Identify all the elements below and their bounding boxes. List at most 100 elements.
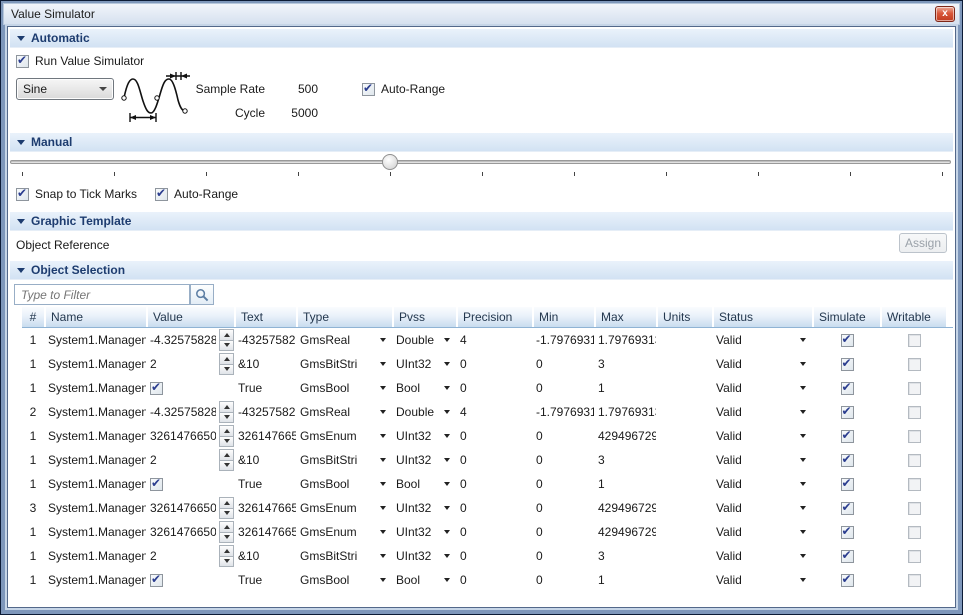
simulate-checkbox[interactable] [841,502,854,515]
row-status-cell[interactable]: Valid [714,568,812,592]
col-header-name[interactable]: Name [46,307,146,327]
simulate-checkbox[interactable] [841,406,854,419]
row-max: 1 [596,568,656,592]
row-pvss-cell[interactable]: UInt32 [394,520,456,544]
col-header-units[interactable]: Units [658,307,712,327]
value-spinner[interactable] [219,497,234,519]
section-header-graphic-template[interactable]: Graphic Template [10,212,953,231]
col-header-precision[interactable]: Precision [458,307,532,327]
simulate-checkbox[interactable] [841,454,854,467]
spinner-up-icon[interactable] [219,521,234,533]
simulate-checkbox[interactable] [841,358,854,371]
snap-to-tick-marks-checkbox[interactable] [16,188,29,201]
col-header-num[interactable]: # [22,307,44,327]
spinner-down-icon[interactable] [219,509,234,520]
row-pvss-cell[interactable]: UInt32 [394,544,456,568]
auto-range-checkbox-manual[interactable] [155,188,168,201]
section-header-automatic[interactable]: Automatic [10,29,953,48]
spinner-down-icon[interactable] [219,461,234,472]
value-spinner[interactable] [219,329,234,351]
row-type-cell[interactable]: GmsReal [298,400,392,424]
auto-range-checkbox-automatic[interactable] [362,83,375,96]
row-status-cell[interactable]: Valid [714,472,812,496]
row-type-cell[interactable]: GmsReal [298,328,392,352]
value-spinner[interactable] [219,425,234,447]
row-type-cell[interactable]: GmsBool [298,376,392,400]
col-header-pvss[interactable]: Pvss [394,307,456,327]
row-simulate-cell [814,544,880,568]
row-pvss-cell[interactable]: Double [394,328,456,352]
simulate-checkbox[interactable] [841,550,854,563]
spinner-up-icon[interactable] [219,449,234,461]
row-status-cell[interactable]: Valid [714,448,812,472]
filter-input[interactable] [14,284,190,305]
spinner-up-icon[interactable] [219,401,234,413]
value-checkbox[interactable] [150,382,163,395]
col-header-type[interactable]: Type [298,307,392,327]
row-type-cell[interactable]: GmsBool [298,568,392,592]
spinner-down-icon[interactable] [219,437,234,448]
spinner-down-icon[interactable] [219,341,234,352]
col-header-status[interactable]: Status [714,307,812,327]
row-status-cell[interactable]: Valid [714,328,812,352]
row-status-cell[interactable]: Valid [714,376,812,400]
row-pvss-cell[interactable]: UInt32 [394,496,456,520]
row-pvss-cell[interactable]: UInt32 [394,448,456,472]
run-value-simulator-checkbox[interactable] [16,55,29,68]
spinner-up-icon[interactable] [219,329,234,341]
row-status-cell[interactable]: Valid [714,544,812,568]
spinner-down-icon[interactable] [219,533,234,544]
value-spinner[interactable] [219,521,234,543]
close-button[interactable]: x [935,6,955,22]
simulate-checkbox[interactable] [841,526,854,539]
waveform-select[interactable]: Sine [16,78,114,100]
section-header-object-selection[interactable]: Object Selection [10,261,953,280]
row-pvss-cell[interactable]: Bool [394,568,456,592]
col-header-max[interactable]: Max [596,307,656,327]
row-status-cell[interactable]: Valid [714,424,812,448]
row-type-cell[interactable]: GmsBitStri [298,352,392,376]
row-type-cell[interactable]: GmsEnum [298,424,392,448]
row-status-cell[interactable]: Valid [714,400,812,424]
simulate-checkbox[interactable] [841,430,854,443]
col-header-value[interactable]: Value [148,307,234,327]
manual-slider-thumb[interactable] [382,154,398,170]
value-spinner[interactable] [219,449,234,471]
simulate-checkbox[interactable] [841,382,854,395]
value-checkbox[interactable] [150,574,163,587]
spinner-up-icon[interactable] [219,353,234,365]
simulate-checkbox[interactable] [841,574,854,587]
spinner-up-icon[interactable] [219,425,234,437]
col-header-min[interactable]: Min [534,307,594,327]
section-header-manual[interactable]: Manual [10,133,953,152]
row-type-cell[interactable]: GmsBitStri [298,448,392,472]
spinner-down-icon[interactable] [219,365,234,376]
row-status-cell[interactable]: Valid [714,496,812,520]
spinner-up-icon[interactable] [219,545,234,557]
value-checkbox[interactable] [150,478,163,491]
row-type-cell[interactable]: GmsEnum [298,496,392,520]
simulate-checkbox[interactable] [841,478,854,491]
row-pvss-cell[interactable]: Bool [394,472,456,496]
row-pvss-cell[interactable]: Double [394,400,456,424]
row-status-cell[interactable]: Valid [714,520,812,544]
spinner-down-icon[interactable] [219,557,234,568]
spinner-up-icon[interactable] [219,497,234,509]
simulate-checkbox[interactable] [841,334,854,347]
row-pvss-cell[interactable]: UInt32 [394,352,456,376]
value-spinner[interactable] [219,401,234,423]
value-spinner[interactable] [219,353,234,375]
row-status-cell[interactable]: Valid [714,352,812,376]
row-type-cell[interactable]: GmsBitStri [298,544,392,568]
row-type-cell[interactable]: GmsBool [298,472,392,496]
manual-slider-track[interactable] [10,160,951,164]
row-type-cell[interactable]: GmsEnum [298,520,392,544]
col-header-writable[interactable]: Writable [882,307,946,327]
col-header-simulate[interactable]: Simulate [814,307,880,327]
filter-search-button[interactable] [190,284,214,305]
row-pvss-cell[interactable]: Bool [394,376,456,400]
row-pvss-cell[interactable]: UInt32 [394,424,456,448]
spinner-down-icon[interactable] [219,413,234,424]
col-header-text[interactable]: Text [236,307,296,327]
value-spinner[interactable] [219,545,234,567]
